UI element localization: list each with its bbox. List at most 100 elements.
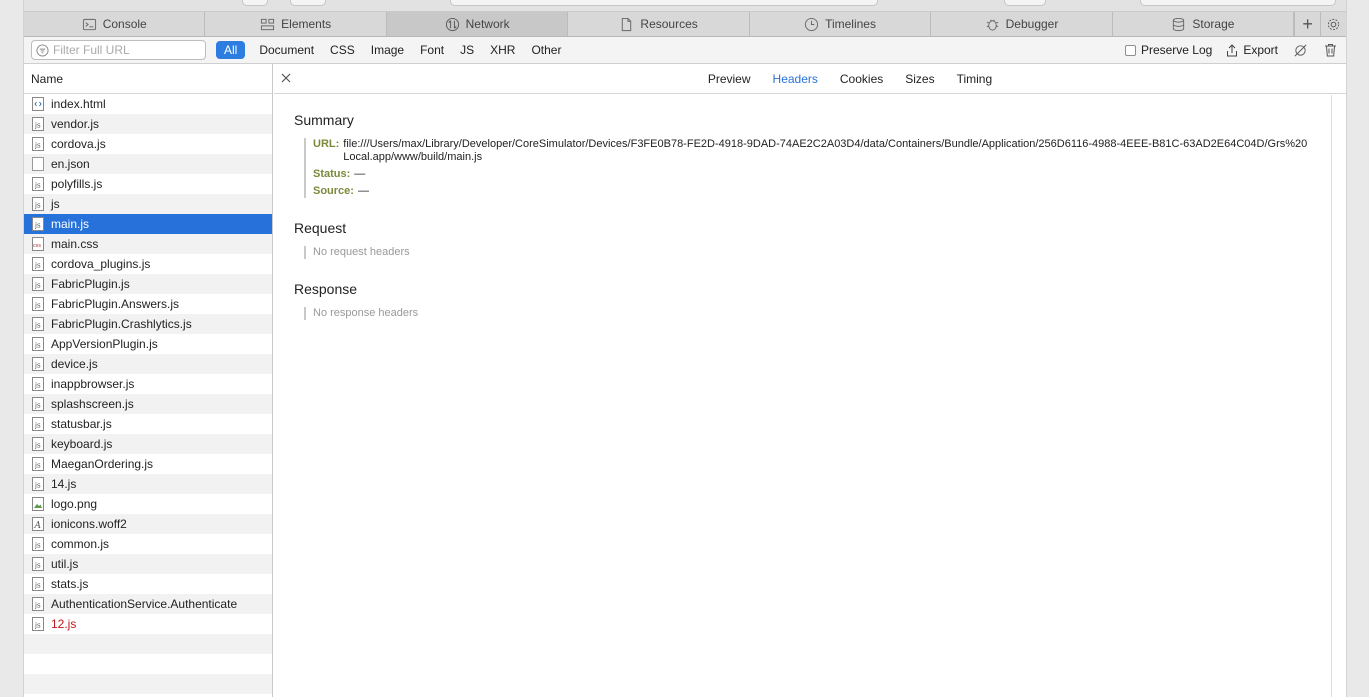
list-item[interactable]: js keyboard.js [24,434,272,454]
timelines-icon [805,17,819,31]
svg-text:js: js [34,402,41,410]
svg-text:js: js [34,622,41,630]
filter-type-xhr[interactable]: XHR [482,41,523,59]
list-item[interactable]: js splashscreen.js [24,394,272,414]
list-item[interactable]: js FabricPlugin.Answers.js [24,294,272,314]
plus-icon: + [1302,13,1313,34]
preserve-log-checkbox[interactable]: Preserve Log [1124,43,1213,57]
js-file-icon: js [32,377,44,391]
tab-timing[interactable]: Timing [957,72,993,86]
disable-cache-button[interactable] [1292,42,1308,58]
doc-file-icon [32,157,44,171]
response-empty: No response headers [313,307,419,319]
filter-type-image[interactable]: Image [363,41,412,59]
list-item[interactable]: en.json [24,154,272,174]
list-item[interactable]: js 12.js [24,614,272,634]
toolbar-button[interactable] [1140,0,1336,6]
tab-network[interactable]: Network [386,12,569,36]
toolbar-button[interactable] [290,0,326,6]
list-item[interactable]: js cordova.js [24,134,272,154]
list-item[interactable]: js AppVersionPlugin.js [24,334,272,354]
list-item[interactable]: js inappbrowser.js [24,374,272,394]
filter-type-js[interactable]: JS [452,41,482,59]
tab-preview[interactable]: Preview [708,72,751,86]
list-item[interactable]: js js [24,194,272,214]
filter-type-font[interactable]: Font [412,41,452,59]
list-item[interactable]: js main.js [24,214,272,234]
list-item-name: AuthenticationService.Authenticate [51,597,238,611]
tab-timelines[interactable]: Timelines [750,12,932,36]
scrollbar-track[interactable] [1331,95,1332,697]
filter-type-other[interactable]: Other [523,41,569,59]
js-file-icon: js [32,257,44,271]
list-item[interactable]: js statusbar.js [24,414,272,434]
list-item-name: polyfills.js [51,177,103,191]
list-item[interactable]: js cordova_plugins.js [24,254,272,274]
list-item[interactable]: js FabricPlugin.js [24,274,272,294]
tab-console[interactable]: Console [24,12,206,36]
filter-url-input[interactable] [53,43,203,57]
filter-url-field[interactable] [31,40,206,60]
export-button[interactable]: Export [1226,43,1278,57]
list-item[interactable]: logo.png [24,494,272,514]
list-item[interactable]: js device.js [24,354,272,374]
filter-bar-actions: Preserve Log Export [1124,42,1346,58]
tab-resources[interactable]: Resources [568,12,750,36]
address-bar[interactable] [450,0,878,6]
filter-type-all[interactable]: All [216,41,246,59]
summary-status-row: Status: — [313,168,1346,181]
tab-headers[interactable]: Headers [773,72,818,86]
tab-storage[interactable]: Storage [1113,12,1295,36]
url-value: file:///Users/max/Library/Developer/Core… [343,138,1308,163]
list-item-name: statusbar.js [51,417,112,431]
js-file-icon: js [32,137,44,151]
tab-debugger[interactable]: Debugger [931,12,1113,36]
list-item[interactable]: js 14.js [24,474,272,494]
list-item[interactable]: Aionicons.woff2 [24,514,272,534]
close-icon[interactable] [280,72,292,84]
name-column-header[interactable]: Name [24,64,272,94]
list-item[interactable]: js common.js [24,534,272,554]
list-item-name: keyboard.js [51,437,113,451]
response-block: No response headers [304,307,1346,320]
svg-text:js: js [34,342,41,350]
svg-text:js: js [34,362,41,370]
list-item-name: ionicons.woff2 [51,517,127,531]
list-item[interactable]: js MaeganOrdering.js [24,454,272,474]
list-item[interactable]: js FabricPlugin.Crashlytics.js [24,314,272,334]
list-item[interactable]: js stats.js [24,574,272,594]
list-item[interactable]: index.html [24,94,272,114]
resource-rows: index.html js vendor.js js cordova.js en.json… [24,94,272,634]
svg-text:js: js [34,382,41,390]
svg-text:js: js [34,442,41,450]
toolbar-button[interactable] [242,0,268,6]
settings-button[interactable] [1320,12,1346,36]
list-item[interactable]: js util.js [24,554,272,574]
list-item[interactable]: js vendor.js [24,114,272,134]
tab-cookies[interactable]: Cookies [840,72,883,86]
js-file-icon: js [32,417,44,431]
list-item[interactable]: css main.css [24,234,272,254]
list-item-name: js [51,197,60,211]
list-item-name: util.js [51,557,79,571]
export-label: Export [1243,43,1278,57]
web-inspector-window: Console Elements Network Resources Timel… [24,0,1346,697]
js-file-icon: js [32,477,44,491]
inspector-tab-bar: Console Elements Network Resources Timel… [24,12,1346,37]
filter-icon [36,43,49,57]
filter-type-css[interactable]: CSS [322,41,363,59]
svg-text:js: js [34,282,41,290]
svg-text:js: js [34,202,41,210]
tab-sizes[interactable]: Sizes [905,72,934,86]
checkbox-box[interactable] [1124,44,1136,56]
preserve-log-label: Preserve Log [1140,43,1213,57]
toolbar-button[interactable] [1004,0,1046,6]
tab-console-label: Console [102,17,147,31]
filter-type-document[interactable]: Document [251,41,322,59]
new-tab-button[interactable]: + [1294,12,1320,36]
svg-text:A: A [34,521,42,531]
clear-log-button[interactable] [1322,42,1338,58]
list-item[interactable]: js polyfills.js [24,174,272,194]
tab-elements[interactable]: Elements [205,12,387,36]
list-item[interactable]: js AuthenticationService.Authenticate [24,594,272,614]
